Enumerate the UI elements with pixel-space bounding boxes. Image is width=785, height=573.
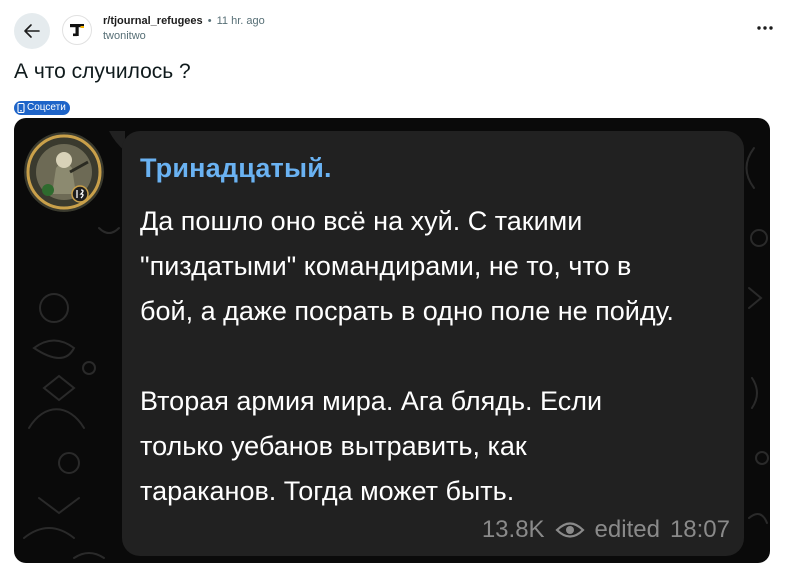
post-time: 11 hr. ago xyxy=(216,15,265,27)
channel-avatar[interactable] xyxy=(24,132,104,212)
message-bubble: Тринадцатый. Да пошло оно всё на хуй. С … xyxy=(122,131,744,556)
meta-separator: • xyxy=(207,15,212,27)
message-line: Вторая армия мира. Ага блядь. Если xyxy=(140,386,603,416)
post-flair[interactable]: Соцсети xyxy=(14,101,70,115)
message-footer: 13.8K edited 18:07 xyxy=(482,516,730,544)
phone-icon xyxy=(17,103,25,113)
author-link[interactable]: twonitwo xyxy=(103,29,265,44)
more-options-button[interactable] xyxy=(755,18,775,38)
message-line: только уебанов вытравить, как xyxy=(140,431,527,461)
message-text: Да пошло оно всё на хуй. С такими "пизда… xyxy=(140,199,740,514)
flair-label: Соцсети xyxy=(27,102,66,113)
post-meta: r/tjournal_refugees • 11 hr. ago twonitw… xyxy=(103,14,265,44)
post-image[interactable]: Тринадцатый. Да пошло оно всё на хуй. С … xyxy=(14,118,770,563)
message-line: бой, а даже посрать в одно поле не пойду… xyxy=(140,296,674,326)
message-time: 18:07 xyxy=(669,516,730,543)
edited-label: edited xyxy=(594,516,660,543)
eye-icon xyxy=(554,522,585,538)
message-line: тараканов. Тогда может быть. xyxy=(140,476,515,506)
message-line: "пиздатыми" командирами, не то, что в xyxy=(140,251,632,281)
tjournal-logo-icon xyxy=(70,24,84,37)
more-options-icon xyxy=(757,26,773,30)
soldier-emblem-icon xyxy=(24,132,104,212)
post-title: А что случилось ? xyxy=(14,60,191,83)
sender-name[interactable]: Тринадцатый. xyxy=(140,153,332,184)
back-button[interactable] xyxy=(14,13,50,49)
message-line: Да пошло оно всё на хуй. С такими xyxy=(140,206,583,236)
subreddit-avatar[interactable] xyxy=(62,15,92,45)
arrow-left-icon xyxy=(24,24,40,38)
view-count: 13.8K xyxy=(481,516,545,543)
subreddit-link[interactable]: r/tjournal_refugees xyxy=(103,15,203,27)
